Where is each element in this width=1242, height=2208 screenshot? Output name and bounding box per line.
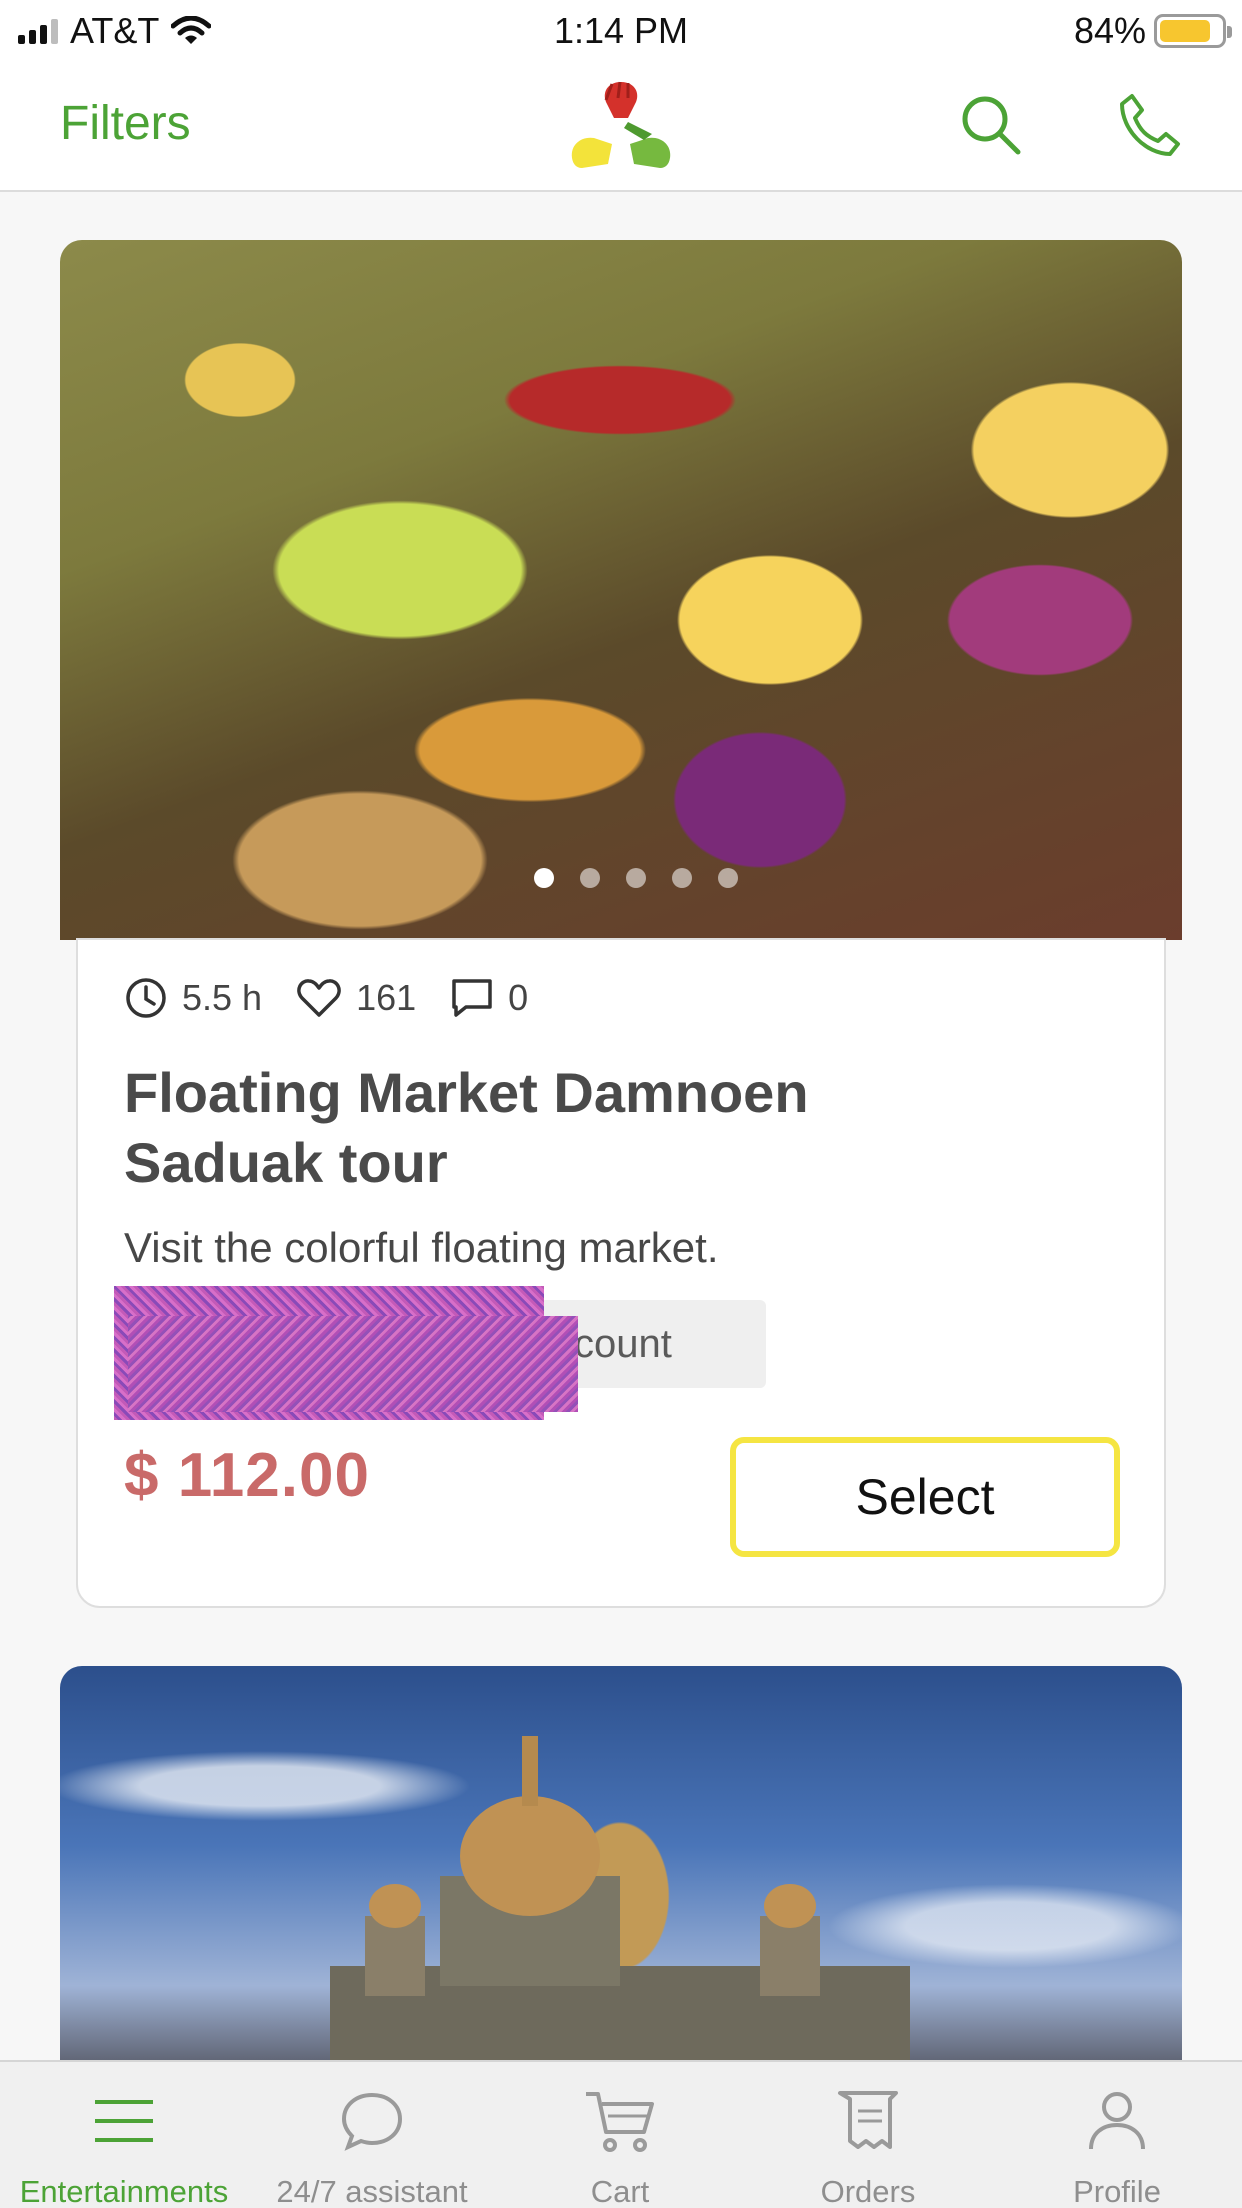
heart-icon[interactable] [296, 977, 342, 1019]
tab-label: 24/7 assistant [276, 2174, 468, 2208]
hands-logo-icon[interactable] [568, 78, 674, 170]
status-bar: AT&T 1:14 PM 84% [0, 0, 1242, 58]
select-button[interactable]: Select [730, 1437, 1120, 1557]
battery-fill [1160, 20, 1211, 42]
tour-price: $ 112.00 [124, 1441, 370, 1510]
tour-card[interactable]: 5.5 h 161 0 Floating Market Damnoen Sadu… [60, 240, 1182, 1608]
comment-icon[interactable] [450, 977, 494, 1019]
likes-count: 161 [356, 977, 417, 1018]
tab-entertainments[interactable]: Entertainments [0, 2062, 248, 2208]
menu-lines-icon [93, 2084, 155, 2158]
tour-stats: 5.5 h 161 0 [124, 976, 528, 1020]
battery-percent: 84% [1073, 10, 1146, 51]
chat-bubble-icon [340, 2084, 404, 2158]
carousel-dots [60, 868, 1182, 888]
tour-card-body: 5.5 h 161 0 Floating Market Damnoen Sadu… [76, 938, 1166, 1608]
likes-stat[interactable]: 161 [296, 977, 416, 1019]
status-time: 1:14 PM [553, 10, 689, 51]
carousel-dot[interactable] [626, 868, 646, 888]
tab-label: Cart [590, 2174, 650, 2208]
tab-label: Profile [1073, 2174, 1161, 2208]
tab-profile[interactable]: Profile [992, 2062, 1242, 2208]
carousel-dot[interactable] [718, 868, 738, 888]
carousel-dot[interactable] [580, 868, 600, 888]
entertainment-feed[interactable]: 5.5 h 161 0 Floating Market Damnoen Sadu… [0, 192, 1242, 2060]
person-icon [1087, 2084, 1147, 2158]
tour-photo-carousel[interactable] [60, 240, 1182, 940]
redacted-area [128, 1316, 578, 1412]
tab-orders[interactable]: Orders [744, 2062, 992, 2208]
tour-photo[interactable] [60, 1666, 1182, 2060]
comments-stat[interactable]: 0 [450, 977, 528, 1019]
cart-icon [584, 2084, 656, 2158]
tab-24-7-assistant[interactable]: 24/7 assistant [248, 2062, 496, 2208]
duration-value: 5.5 h [182, 977, 263, 1018]
tour-description: Visit the colorful floating market. [124, 1224, 719, 1271]
carousel-dot[interactable] [534, 868, 554, 888]
tour-card[interactable] [60, 1666, 1182, 2060]
nav-header: Filters [0, 58, 1242, 192]
duration-stat: 5.5 h [124, 976, 262, 1020]
tour-title[interactable]: Floating Market Damnoen Saduak tour [124, 1058, 1004, 1198]
battery-icon [1154, 14, 1232, 48]
clock-icon [126, 978, 166, 1018]
comments-count: 0 [508, 977, 529, 1018]
filters-button[interactable]: Filters [60, 96, 191, 151]
receipt-icon [836, 2084, 900, 2158]
carousel-dot[interactable] [672, 868, 692, 888]
status-right: 84% [1073, 10, 1232, 52]
tab-bar: Entertainments 24/7 assistant Cart Orders Pr… [0, 2060, 1242, 2208]
tab-cart[interactable]: Cart [496, 2062, 744, 2208]
tab-label: Entertainments [19, 2174, 229, 2208]
cathedral-illustration [330, 1736, 910, 2060]
search-icon[interactable] [960, 94, 1022, 156]
tab-label: Orders [820, 2174, 916, 2208]
phone-icon[interactable] [1116, 92, 1182, 158]
